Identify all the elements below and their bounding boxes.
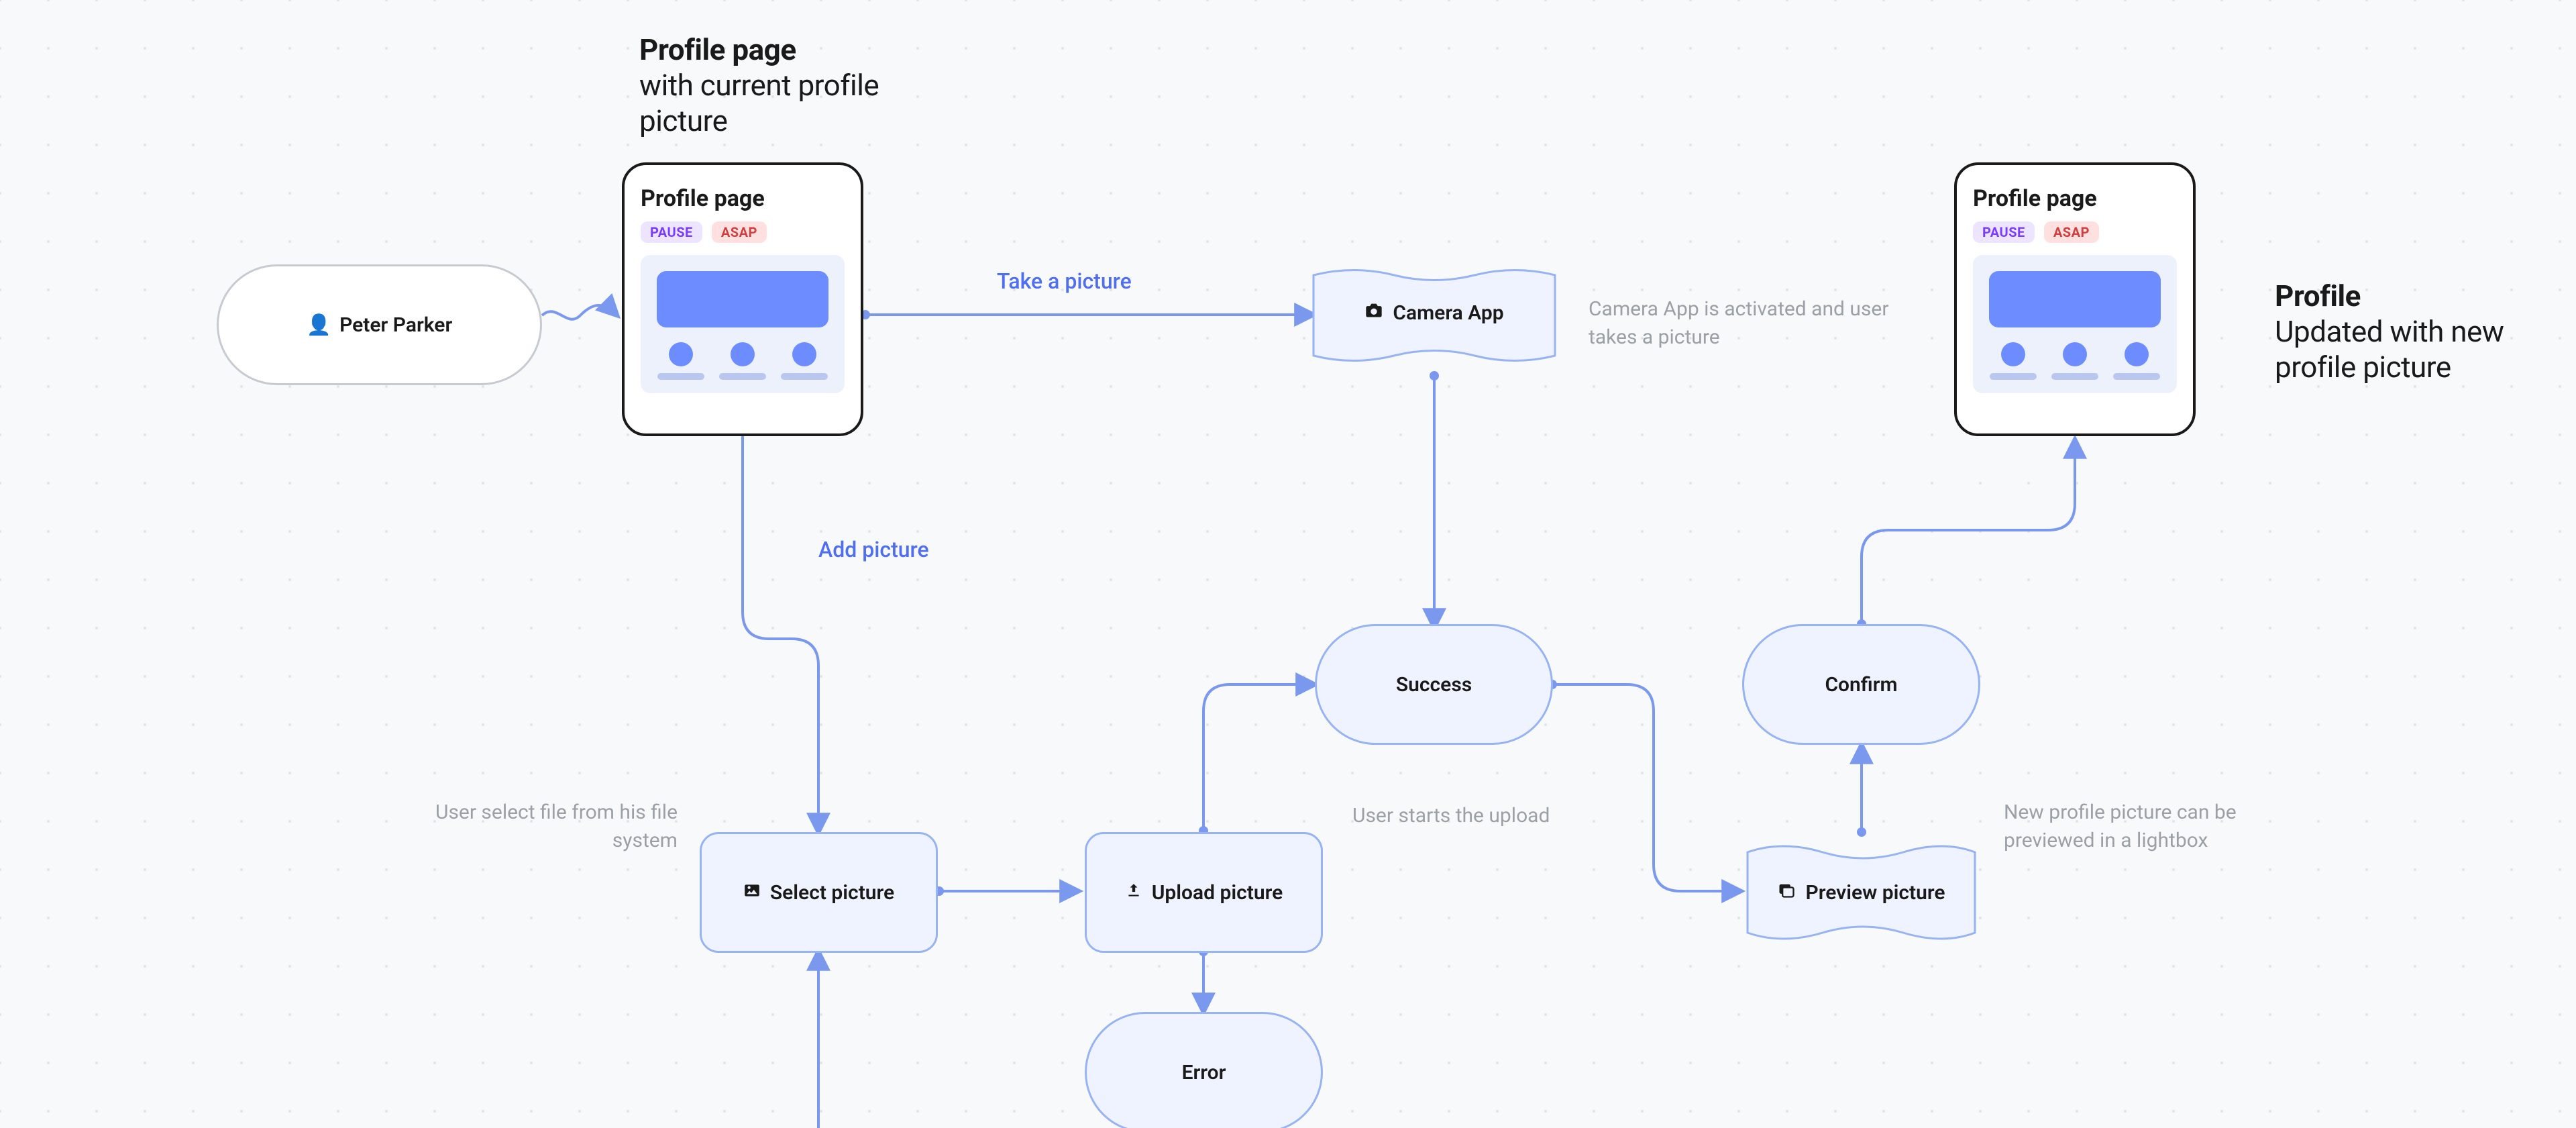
preview-picture-label: Preview picture bbox=[1805, 881, 1945, 905]
wf-line bbox=[2051, 373, 2098, 380]
heading-profile-updated: Profile Updated with new profile picture bbox=[2275, 278, 2557, 384]
heading-profile-page: Profile page with current profile pictur… bbox=[639, 32, 921, 138]
select-picture-label: Select picture bbox=[770, 881, 894, 905]
wf-avatar-placeholder bbox=[731, 342, 755, 366]
wf-line bbox=[657, 373, 704, 380]
avatar-icon: 👤 bbox=[307, 313, 331, 337]
badge-asap: ASAP bbox=[2044, 221, 2099, 243]
confirm-label: Confirm bbox=[1825, 673, 1897, 697]
wf-line bbox=[1990, 373, 2037, 380]
wf-avatar-placeholder bbox=[792, 342, 816, 366]
edge-label-take-picture: Take a picture bbox=[997, 268, 1132, 294]
wf-avatar-placeholder bbox=[2063, 342, 2087, 366]
error-label: Error bbox=[1182, 1061, 1226, 1084]
wf-avatar-placeholder bbox=[669, 342, 693, 366]
error-node[interactable]: Error bbox=[1085, 1012, 1323, 1128]
heading-sub: with current profile picture bbox=[639, 68, 921, 139]
badge-pause: PAUSE bbox=[641, 221, 702, 243]
badge-pause: PAUSE bbox=[1973, 221, 2035, 243]
card-title: Profile page bbox=[641, 185, 845, 212]
persona-name: Peter Parker bbox=[339, 313, 452, 337]
profile-page-card-updated[interactable]: Profile page PAUSE ASAP bbox=[1954, 162, 2196, 436]
profile-page-card-current[interactable]: Profile page PAUSE ASAP bbox=[622, 162, 863, 436]
wf-hero bbox=[657, 271, 828, 327]
preview-icon bbox=[1777, 880, 1796, 905]
annotation-preview: New profile picture can be previewed in … bbox=[2004, 799, 2319, 855]
camera-app-label: Camera App bbox=[1393, 301, 1503, 325]
heading-bold: Profile bbox=[2275, 278, 2557, 314]
upload-icon bbox=[1125, 881, 1142, 905]
wf-avatar-placeholder bbox=[2125, 342, 2149, 366]
annotation-upload: User starts the upload bbox=[1352, 802, 1634, 830]
badge-asap: ASAP bbox=[712, 221, 767, 243]
camera-app-node[interactable]: Camera App bbox=[1313, 255, 1555, 370]
edge-label-add-picture: Add picture bbox=[818, 537, 929, 562]
preview-picture-node[interactable]: Preview picture bbox=[1742, 832, 1980, 953]
upload-picture-label: Upload picture bbox=[1152, 881, 1283, 905]
wf-avatar-placeholder bbox=[2001, 342, 2025, 366]
persona-node[interactable]: 👤 Peter Parker bbox=[217, 264, 542, 385]
image-icon bbox=[743, 881, 761, 905]
card-title: Profile page bbox=[1973, 185, 2177, 212]
success-label: Success bbox=[1396, 673, 1472, 697]
wireframe-preview bbox=[1973, 255, 2177, 393]
heading-bold: Profile page bbox=[639, 32, 921, 68]
select-picture-node[interactable]: Select picture bbox=[700, 832, 938, 953]
wf-line bbox=[2113, 373, 2160, 380]
heading-sub: Updated with new profile picture bbox=[2275, 314, 2557, 385]
annotation-select: User select file from his file system bbox=[402, 799, 678, 855]
wf-line bbox=[719, 373, 766, 380]
wf-hero bbox=[1989, 271, 2161, 327]
annotation-camera: Camera App is activated and user takes a… bbox=[1589, 295, 1937, 352]
confirm-node[interactable]: Confirm bbox=[1742, 624, 1980, 745]
wf-line bbox=[781, 373, 828, 380]
camera-icon bbox=[1364, 301, 1383, 325]
wireframe-preview bbox=[641, 255, 845, 393]
success-node[interactable]: Success bbox=[1315, 624, 1553, 745]
upload-picture-node[interactable]: Upload picture bbox=[1085, 832, 1323, 953]
